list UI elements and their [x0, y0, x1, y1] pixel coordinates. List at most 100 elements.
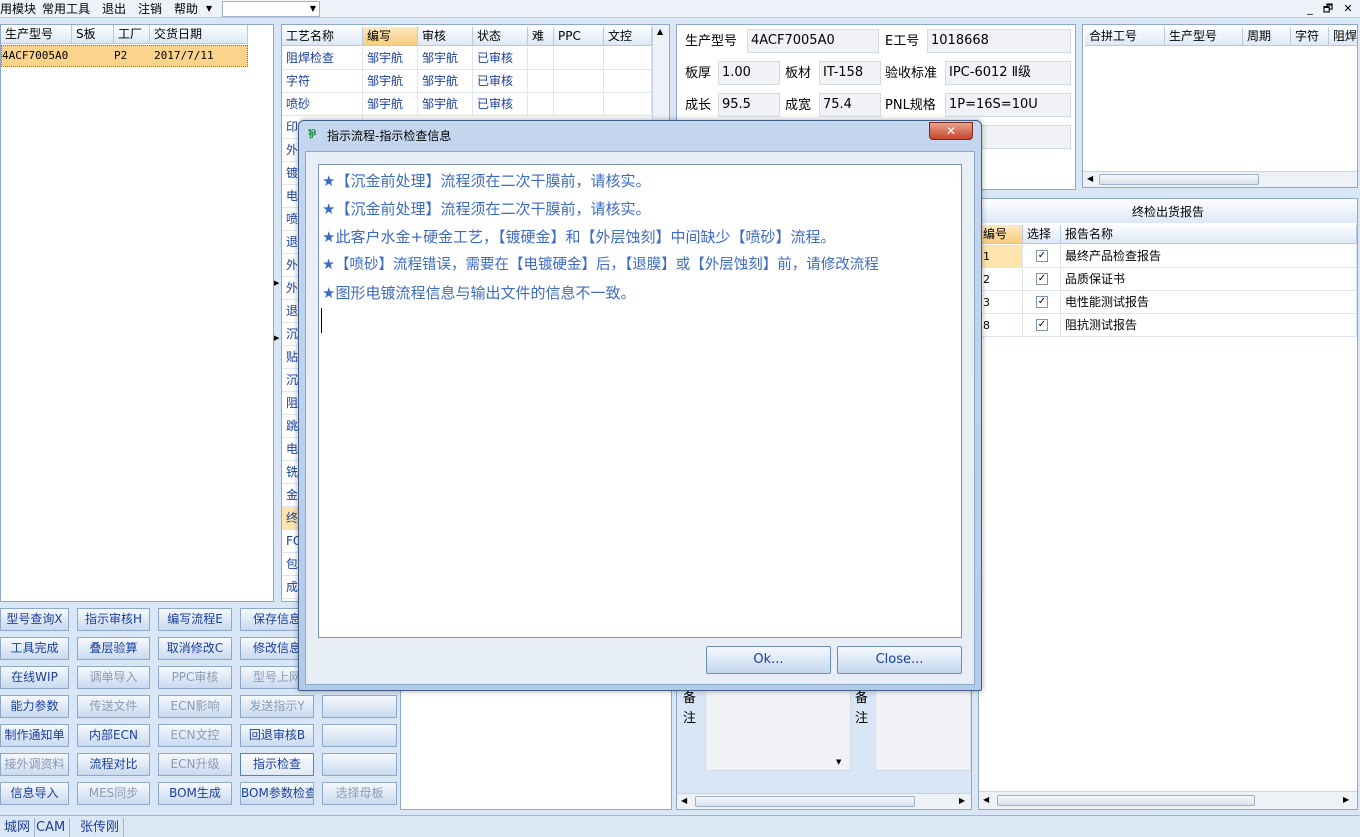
table-cell[interactable]: 已审核: [473, 93, 528, 116]
checkbox-checked-icon[interactable]: ✓: [1036, 273, 1048, 285]
table-cell[interactable]: 喷砂: [282, 93, 363, 116]
table-cell[interactable]: 邹宇航: [363, 93, 418, 116]
production-notice-button[interactable]: 制作通知单: [0, 724, 69, 747]
report-name-cell[interactable]: 阻抗测试报告: [1061, 314, 1357, 337]
remark-field-1[interactable]: ▼: [705, 683, 851, 771]
model-field[interactable]: 4ACF7005A0: [747, 29, 879, 53]
col-cycle[interactable]: 周期: [1243, 27, 1291, 46]
table-cell[interactable]: 阻焊检查: [282, 47, 363, 70]
capability-params-button[interactable]: 能力参数: [0, 695, 69, 718]
close-button[interactable]: Close...: [837, 646, 962, 674]
col-model[interactable]: 生产型号: [1, 25, 72, 44]
col-char[interactable]: 字符: [1291, 27, 1329, 46]
remark-field-2[interactable]: [875, 683, 971, 771]
scroll-down-icon[interactable]: ▼: [836, 758, 841, 766]
restore-icon[interactable]: 🗗: [1320, 2, 1336, 16]
menu-modules[interactable]: 用模块: [0, 1, 36, 17]
instruction-check-button[interactable]: 指示检查: [240, 753, 314, 776]
col-report-name[interactable]: 报告名称: [1061, 225, 1357, 244]
bom-param-check-button[interactable]: BOM参数检查: [240, 782, 314, 805]
col-delivery-date[interactable]: 交货日期: [150, 25, 248, 44]
thickness-field[interactable]: 1.00: [718, 61, 780, 85]
table-cell[interactable]: 邹宇航: [363, 70, 418, 93]
info-import-button[interactable]: 信息导入: [0, 782, 69, 805]
table-cell[interactable]: 邹宇航: [363, 47, 418, 70]
message-textarea[interactable]: ★【沉金前处理】流程须在二次干膜前，请核实。 ★【沉金前处理】流程须在二次干膜前…: [318, 164, 962, 638]
scroll-thumb[interactable]: [1099, 174, 1259, 185]
e-field[interactable]: 1018668: [927, 29, 1071, 53]
table-cell[interactable]: 已审核: [473, 47, 528, 70]
menu-overflow-icon[interactable]: ▼: [206, 1, 212, 17]
report-name-cell[interactable]: 最终产品检查报告: [1061, 245, 1357, 268]
ok-button[interactable]: Ok...: [706, 646, 831, 674]
table-cell[interactable]: 邹宇航: [418, 70, 473, 93]
review-instruction-button[interactable]: 指示审核H: [77, 608, 150, 631]
checkbox-checked-icon[interactable]: ✓: [1036, 250, 1048, 262]
table-cell[interactable]: [604, 47, 652, 70]
send-file-button[interactable]: 传送文件: [77, 695, 150, 718]
blank-button[interactable]: [322, 695, 397, 718]
report-no-cell[interactable]: 3: [979, 291, 1023, 314]
tool-complete-button[interactable]: 工具完成: [0, 637, 69, 660]
table-cell[interactable]: [554, 93, 604, 116]
ppc-review-button[interactable]: PPC审核: [158, 666, 232, 689]
remarks-hscrollbar[interactable]: ◀ ▶: [677, 793, 971, 809]
col-merge-model[interactable]: 生产型号: [1165, 27, 1243, 46]
model-query-button[interactable]: 型号查询X: [0, 608, 69, 631]
merge-hscrollbar[interactable]: ◀: [1083, 171, 1357, 187]
scroll-right-icon[interactable]: ▶: [959, 796, 965, 805]
scroll-up-icon[interactable]: ▲: [657, 27, 663, 36]
checkbox-checked-icon[interactable]: ✓: [1036, 319, 1048, 331]
external-data-button[interactable]: 接外调资料: [0, 753, 69, 776]
scroll-left-icon[interactable]: ◀: [1087, 174, 1093, 183]
table-cell[interactable]: [528, 70, 554, 93]
ecn-doc-control-button[interactable]: ECN文控: [158, 724, 232, 747]
menu-logout[interactable]: 注销: [138, 1, 162, 17]
table-cell[interactable]: 邹宇航: [418, 93, 473, 116]
col-ppc[interactable]: PPC: [554, 27, 604, 46]
blank-button[interactable]: [322, 753, 397, 776]
table-cell[interactable]: ✓: [1023, 314, 1061, 337]
table-row[interactable]: 4ACF7005A0 P2 2017/7/11: [1, 45, 248, 67]
splitter[interactable]: ▶ ▶: [274, 24, 280, 602]
standard-field[interactable]: IPC-6012 Ⅱ级: [945, 61, 1071, 85]
length-field[interactable]: 95.5: [718, 93, 780, 117]
write-flow-button[interactable]: 编写流程E: [158, 608, 232, 631]
col-report-no[interactable]: 编号: [979, 225, 1023, 244]
import-order-button[interactable]: 调单导入: [77, 666, 150, 689]
col-s-board[interactable]: S板: [72, 25, 114, 44]
stackup-check-button[interactable]: 叠层验算: [77, 637, 150, 660]
table-cell[interactable]: [554, 70, 604, 93]
table-cell[interactable]: ✓: [1023, 245, 1061, 268]
ecn-upgrade-button[interactable]: ECN升级: [158, 753, 232, 776]
select-master-button[interactable]: 选择母板: [322, 782, 397, 805]
table-cell[interactable]: [528, 47, 554, 70]
toolbar-combo[interactable]: ▼: [222, 1, 320, 17]
table-cell[interactable]: 已审核: [473, 70, 528, 93]
ecn-impact-button[interactable]: ECN影响: [158, 695, 232, 718]
send-instruction-button[interactable]: 发送指示Y: [240, 695, 314, 718]
width-field[interactable]: 75.4: [819, 93, 881, 117]
table-cell[interactable]: ✓: [1023, 268, 1061, 291]
scroll-thumb[interactable]: [997, 795, 1255, 806]
material-field[interactable]: IT-158: [819, 61, 881, 85]
scroll-right-icon[interactable]: ▶: [1343, 795, 1349, 804]
table-cell[interactable]: [528, 93, 554, 116]
bom-generate-button[interactable]: BOM生成: [158, 782, 232, 805]
scroll-thumb[interactable]: [695, 796, 915, 807]
table-cell[interactable]: [554, 47, 604, 70]
internal-ecn-button[interactable]: 内部ECN: [77, 724, 150, 747]
scroll-left-icon[interactable]: ◀: [681, 796, 687, 805]
col-select[interactable]: 选择: [1023, 225, 1061, 244]
minimize-icon[interactable]: _: [1302, 2, 1318, 16]
pnl-field[interactable]: 1P=16S=10U: [945, 93, 1071, 117]
menu-common-tools[interactable]: 常用工具: [42, 1, 90, 17]
flow-compare-button[interactable]: 流程对比: [77, 753, 150, 776]
table-cell[interactable]: 邹宇航: [418, 47, 473, 70]
col-mask[interactable]: 阻焊: [1329, 27, 1357, 46]
col-difficulty[interactable]: 难: [528, 27, 554, 46]
table-cell[interactable]: ✓: [1023, 291, 1061, 314]
menu-help[interactable]: 帮助: [174, 1, 198, 17]
blank-button[interactable]: [322, 724, 397, 747]
table-cell[interactable]: [604, 70, 652, 93]
